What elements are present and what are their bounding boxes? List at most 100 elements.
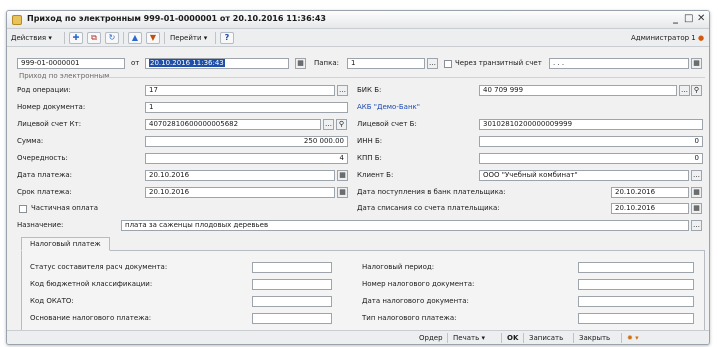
- select-button[interactable]: …: [337, 85, 348, 96]
- calendar-icon[interactable]: ▦: [691, 187, 702, 198]
- section-title: Приход по электронным: [19, 72, 110, 80]
- period-field[interactable]: [578, 262, 694, 273]
- command-separator: [621, 333, 622, 343]
- restore-button[interactable]: □: [684, 13, 693, 24]
- doc-date-field[interactable]: 20.10.2016 11:36:43: [145, 58, 289, 69]
- window-title: Приход по электронным 999-01-0000001 от …: [27, 14, 326, 23]
- operation-type-field[interactable]: 17: [145, 85, 335, 96]
- kbk-label: Код бюджетной классификации:: [30, 280, 153, 288]
- close-form-button[interactable]: Закрыть: [579, 333, 610, 343]
- client-label: Клиент Б:: [357, 171, 394, 179]
- tab-tax-payment[interactable]: Налоговый платеж: [21, 237, 110, 251]
- bik-field[interactable]: 40 709 999: [479, 85, 677, 96]
- doc-number-label: Номер документа:: [17, 103, 86, 111]
- purpose-label: Назначение:: [17, 221, 64, 229]
- ok-button[interactable]: OK: [507, 333, 518, 343]
- actions-menu-label: Действия: [11, 34, 47, 42]
- basis-field[interactable]: [252, 313, 332, 324]
- partial-payment-label: Частичная оплата: [31, 204, 98, 212]
- actions-menu[interactable]: Действия ▾: [11, 32, 52, 44]
- select-button[interactable]: …: [679, 85, 690, 96]
- select-button[interactable]: …: [323, 119, 334, 130]
- tax-type-label: Тип налогового платежа:: [362, 314, 457, 322]
- command-separator: [523, 333, 524, 343]
- account-b-label: Лицевой счет Б:: [357, 120, 417, 128]
- settings-gear-icon[interactable]: ✹ ▾: [627, 333, 639, 343]
- transit-account-field[interactable]: . . .: [549, 58, 689, 69]
- transit-label: Через транзитный счет: [455, 59, 542, 67]
- kpp-field[interactable]: 0: [479, 153, 703, 164]
- kbk-field[interactable]: [252, 279, 332, 290]
- post-document-icon[interactable]: ▲: [128, 32, 142, 44]
- unpost-document-icon[interactable]: ▼: [146, 32, 160, 44]
- goto-menu[interactable]: Перейти ▾: [170, 32, 207, 44]
- doc-date-value: 20.10.2016 11:36:43: [149, 59, 225, 67]
- close-button[interactable]: ✕: [697, 13, 705, 24]
- select-button[interactable]: …: [427, 58, 438, 69]
- calendar-icon[interactable]: ▦: [691, 203, 702, 214]
- chevron-down-icon: ▾: [481, 334, 485, 342]
- account-b-field[interactable]: 30102810200000009999: [479, 119, 703, 130]
- priority-label: Очередность:: [17, 154, 68, 162]
- account-kt-field[interactable]: 40702810600000005682: [145, 119, 321, 130]
- add-icon[interactable]: ✚: [69, 32, 83, 44]
- tax-doc-number-field[interactable]: [578, 279, 694, 290]
- document-icon: [12, 15, 22, 25]
- due-date-field[interactable]: 20.10.2016: [145, 187, 335, 198]
- toolbar: Действия ▾ ✚ ⧉ ↻ ▲ ▼ Перейти ▾ ? Админис…: [7, 29, 709, 47]
- save-button[interactable]: Записать: [529, 333, 563, 343]
- kpp-label: КПП Б:: [357, 154, 382, 162]
- payment-doc-number-field[interactable]: 1: [145, 102, 348, 113]
- inn-field[interactable]: 0: [479, 136, 703, 147]
- purpose-field[interactable]: плата за саженцы плодовых деревьев: [121, 220, 689, 231]
- received-date-field[interactable]: 20.10.2016: [611, 187, 689, 198]
- tax-type-field[interactable]: [578, 313, 694, 324]
- chevron-down-icon: ▾: [48, 34, 52, 42]
- tax-doc-date-field[interactable]: [578, 296, 694, 307]
- pay-date-label: Дата платежа:: [17, 171, 73, 179]
- doc-number-field[interactable]: 999-01-0000001: [17, 58, 125, 69]
- tax-tab-panel: Статус составителя расч документа: Код б…: [21, 250, 705, 336]
- account-kt-label: Лицевой счет Кт:: [17, 120, 82, 128]
- folder-label: Папка:: [314, 59, 340, 67]
- select-button[interactable]: …: [691, 220, 702, 231]
- operation-type-label: Род операции:: [17, 86, 71, 94]
- title-bar: Приход по электронным 999-01-0000001 от …: [7, 11, 709, 29]
- minimize-button[interactable]: _: [673, 13, 678, 24]
- print-menu[interactable]: Печать ▾: [453, 333, 485, 343]
- help-icon[interactable]: ?: [220, 32, 234, 44]
- search-icon[interactable]: ⚲: [336, 119, 347, 130]
- pay-date-field[interactable]: 20.10.2016: [145, 170, 335, 181]
- tax-doc-date-label: Дата налогового документа:: [362, 297, 469, 305]
- search-icon[interactable]: ⚲: [691, 85, 702, 96]
- section-divider: [107, 77, 705, 78]
- command-separator: [501, 333, 502, 343]
- calendar-icon[interactable]: ▦: [337, 170, 348, 181]
- debited-date-label: Дата списания со счета плательщика:: [357, 204, 500, 212]
- toolbar-separator: [123, 32, 124, 44]
- refresh-icon[interactable]: ↻: [105, 32, 119, 44]
- amount-field[interactable]: 250 000.00: [145, 136, 348, 147]
- copy-icon[interactable]: ⧉: [87, 32, 101, 44]
- status-field[interactable]: [252, 262, 332, 273]
- calendar-icon[interactable]: ▦: [691, 58, 702, 69]
- calendar-icon[interactable]: ▦: [337, 187, 348, 198]
- debited-date-field[interactable]: 20.10.2016: [611, 203, 689, 214]
- priority-field[interactable]: 4: [145, 153, 348, 164]
- due-date-label: Срок платежа:: [17, 188, 72, 196]
- folder-field[interactable]: 1: [347, 58, 425, 69]
- chevron-down-icon: ▾: [203, 34, 208, 42]
- from-label: от: [131, 59, 140, 67]
- okato-field[interactable]: [252, 296, 332, 307]
- transit-checkbox[interactable]: [444, 60, 452, 68]
- inn-label: ИНН Б:: [357, 137, 383, 145]
- goto-menu-label: Перейти: [170, 34, 202, 42]
- client-field[interactable]: ООО "Учебный комбинат": [479, 170, 689, 181]
- partial-payment-checkbox[interactable]: [19, 205, 27, 213]
- select-button[interactable]: …: [691, 170, 702, 181]
- calendar-icon[interactable]: ▦: [295, 58, 306, 69]
- amount-label: Сумма:: [17, 137, 44, 145]
- order-button[interactable]: Ордер: [419, 333, 443, 343]
- user-name: Администратор 1: [631, 34, 696, 42]
- bank-name-link[interactable]: АКБ "Демо-Банк": [357, 102, 420, 113]
